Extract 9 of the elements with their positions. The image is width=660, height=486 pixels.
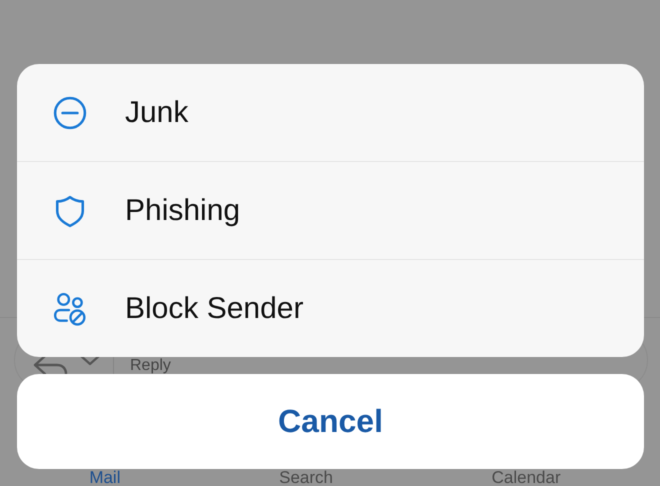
reply-field[interactable]: Reply <box>130 356 190 374</box>
menu-item[interactable]: Junk <box>17 64 644 161</box>
cancel-button[interactable]: Cancel <box>17 374 644 469</box>
minus-circle-icon <box>53 96 87 130</box>
chevron-down-icon[interactable] <box>79 354 101 366</box>
menu-item[interactable]: Block Sender <box>17 259 644 357</box>
shield-icon <box>53 194 87 228</box>
menu-item[interactable]: Phishing <box>17 161 644 259</box>
person-block-icon <box>53 292 87 326</box>
